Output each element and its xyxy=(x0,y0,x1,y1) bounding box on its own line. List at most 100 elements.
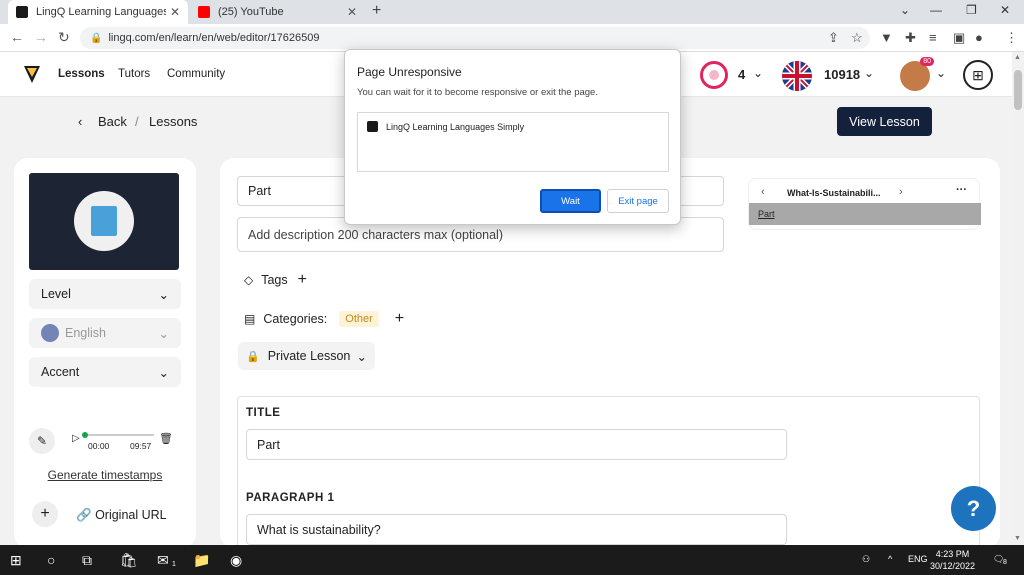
mail-icon[interactable]: ✉ xyxy=(157,552,169,569)
lesson-cover-image[interactable] xyxy=(29,173,179,270)
back-arrow-icon[interactable]: ← xyxy=(10,29,24,45)
breadcrumb-lessons[interactable]: Lessons xyxy=(149,114,197,129)
chevron-left-icon[interactable]: ‹ xyxy=(78,114,82,129)
paragraph-input[interactable]: What is sustainability? xyxy=(246,514,787,545)
avatar-badge: 80 xyxy=(920,57,934,66)
bookmark-star-icon[interactable]: ☆ xyxy=(851,30,863,46)
chevron-down-icon[interactable]: ⌄ xyxy=(864,66,874,80)
chevron-right-icon[interactable]: › xyxy=(899,186,903,198)
search-icon[interactable]: ○ xyxy=(47,552,55,568)
lingq-favicon-icon xyxy=(16,6,28,18)
audio-progress-slider[interactable] xyxy=(82,432,154,438)
chevron-down-icon[interactable]: ⌄ xyxy=(936,66,946,80)
url-text: lingq.com/en/learn/en/web/editor/1762650… xyxy=(108,32,320,44)
extensions-puzzle-icon[interactable]: ✚ xyxy=(905,30,916,46)
browser-toolbar: ← → ↻ 🔒 lingq.com/en/learn/en/web/editor… xyxy=(0,24,1024,52)
people-icon[interactable]: ⚇ xyxy=(862,554,870,565)
add-icon[interactable]: + xyxy=(32,501,58,527)
section-title-heading: TITLE xyxy=(246,407,281,419)
accent-dropdown[interactable]: Accent ⌄ xyxy=(29,357,181,387)
chevron-down-icon[interactable]: ⌄ xyxy=(753,66,763,80)
profile-icon[interactable]: ● xyxy=(975,30,983,45)
close-tab-icon[interactable]: ✕ xyxy=(170,5,180,19)
play-icon[interactable]: ▷ xyxy=(72,433,80,444)
page-scrollbar[interactable]: ▲ ▼ xyxy=(1012,52,1024,545)
reload-icon[interactable]: ↻ xyxy=(58,29,70,46)
mail-badge: 1 xyxy=(172,561,176,568)
store-icon[interactable]: 🛍 xyxy=(120,552,138,569)
nav-lessons[interactable]: Lessons xyxy=(58,68,105,80)
wait-button[interactable]: Wait xyxy=(540,189,601,213)
uk-flag-icon[interactable] xyxy=(782,61,812,91)
categories-row: ▤ Categories: Other + xyxy=(244,310,404,328)
menu-kebab-icon[interactable]: ⋮ xyxy=(1005,30,1018,46)
privacy-dropdown[interactable]: 🔒 Private Lesson ⌄ xyxy=(238,342,375,370)
add-category-icon[interactable]: + xyxy=(395,310,404,328)
tag-icon: ◇ xyxy=(244,273,254,287)
lesson-content: TITLE Part PARAGRAPH 1 What is sustainab… xyxy=(237,396,980,556)
notification-badge: 8 xyxy=(1003,559,1007,566)
category-chip[interactable]: Other xyxy=(339,311,379,327)
view-lesson-button[interactable]: View Lesson xyxy=(837,107,932,136)
input-language[interactable]: ENG xyxy=(908,554,928,564)
windows-start-icon[interactable]: ⊞ xyxy=(10,552,22,569)
exit-page-button[interactable]: Exit page xyxy=(607,189,669,213)
preview-part-link[interactable]: Part xyxy=(749,203,981,225)
audio-player: ✎ ▷ 00:00 09:57 🗑 xyxy=(29,428,184,458)
reading-list-icon[interactable]: ≡ xyxy=(929,30,937,45)
forward-arrow-icon[interactable]: → xyxy=(34,29,48,45)
scroll-up-icon[interactable]: ▲ xyxy=(1014,54,1021,61)
lock-icon: 🔒 xyxy=(90,32,103,44)
tab-search-icon[interactable]: ⌄ xyxy=(900,3,910,17)
task-view-icon[interactable]: ⧉ xyxy=(82,552,92,569)
minimize-icon[interactable]: — xyxy=(930,3,942,17)
add-lesson-button[interactable]: ⊞ xyxy=(963,60,993,90)
chrome-icon[interactable]: ◉ xyxy=(230,552,242,569)
help-button[interactable]: ? xyxy=(951,486,996,531)
nav-community[interactable]: Community xyxy=(167,68,225,80)
file-explorer-icon[interactable]: 📁 xyxy=(193,552,210,569)
tab-title: (25) YouTube xyxy=(218,6,284,18)
progress-handle[interactable] xyxy=(82,432,88,438)
add-tag-icon[interactable]: + xyxy=(298,271,307,289)
chevron-down-icon: ⌄ xyxy=(158,287,169,302)
categories-icon: ▤ xyxy=(244,312,256,326)
tab-youtube[interactable]: (25) YouTube ✕ xyxy=(190,0,365,24)
tags-row: ◇ Tags + xyxy=(244,271,307,289)
streak-count: 4 xyxy=(738,67,746,82)
generate-timestamps-link[interactable]: Generate timestamps xyxy=(14,468,196,482)
chevron-down-icon: ⌄ xyxy=(356,349,367,364)
scroll-down-icon[interactable]: ▼ xyxy=(1014,535,1021,542)
close-tab-icon[interactable]: ✕ xyxy=(347,5,357,19)
extension-lingq-icon[interactable]: ▼ xyxy=(880,30,893,45)
back-link[interactable]: Back xyxy=(98,114,127,129)
new-tab-icon[interactable]: + xyxy=(372,2,381,20)
original-url-link[interactable]: 🔗 Original URL xyxy=(76,508,167,523)
tab-lingq[interactable]: LingQ Learning Languages Simpl ✕ xyxy=(8,0,188,24)
lesson-settings-panel: Level ⌄ English ⌄ Accent ⌄ ✎ ▷ 00:00 09:… xyxy=(14,158,196,548)
chevron-left-icon[interactable]: ‹ xyxy=(761,186,765,198)
streak-icon[interactable] xyxy=(700,61,728,89)
level-dropdown[interactable]: Level ⌄ xyxy=(29,279,181,309)
nav-tutors[interactable]: Tutors xyxy=(118,68,150,80)
restore-icon[interactable]: ❐ xyxy=(966,3,977,17)
system-clock[interactable]: 4:23 PM 30/12/2022 xyxy=(930,548,975,572)
lingq-logo-icon[interactable] xyxy=(22,63,42,85)
plus-icon: ⊞ xyxy=(972,66,984,83)
tags-label: Tags xyxy=(261,273,288,287)
avatar[interactable]: 80 xyxy=(900,57,934,91)
coins-count: 10918 xyxy=(824,67,861,82)
address-bar[interactable]: 🔒 lingq.com/en/learn/en/web/editor/17626… xyxy=(80,27,870,49)
section-title-input[interactable]: Part xyxy=(246,429,787,460)
scrollbar-thumb[interactable] xyxy=(1014,70,1022,110)
tray-chevron-up-icon[interactable]: ^ xyxy=(888,554,892,564)
share-icon[interactable]: ⇪ xyxy=(828,30,839,46)
close-window-icon[interactable]: ✕ xyxy=(1000,3,1010,17)
time-end: 09:57 xyxy=(130,441,152,451)
side-panel-icon[interactable]: ▣ xyxy=(953,30,965,46)
trash-icon[interactable]: 🗑 xyxy=(159,432,173,445)
pencil-icon[interactable]: ✎ xyxy=(29,428,55,454)
lingq-favicon-icon xyxy=(367,121,378,132)
more-options-icon[interactable]: ··· xyxy=(956,184,967,196)
clock-date: 30/12/2022 xyxy=(930,561,976,571)
